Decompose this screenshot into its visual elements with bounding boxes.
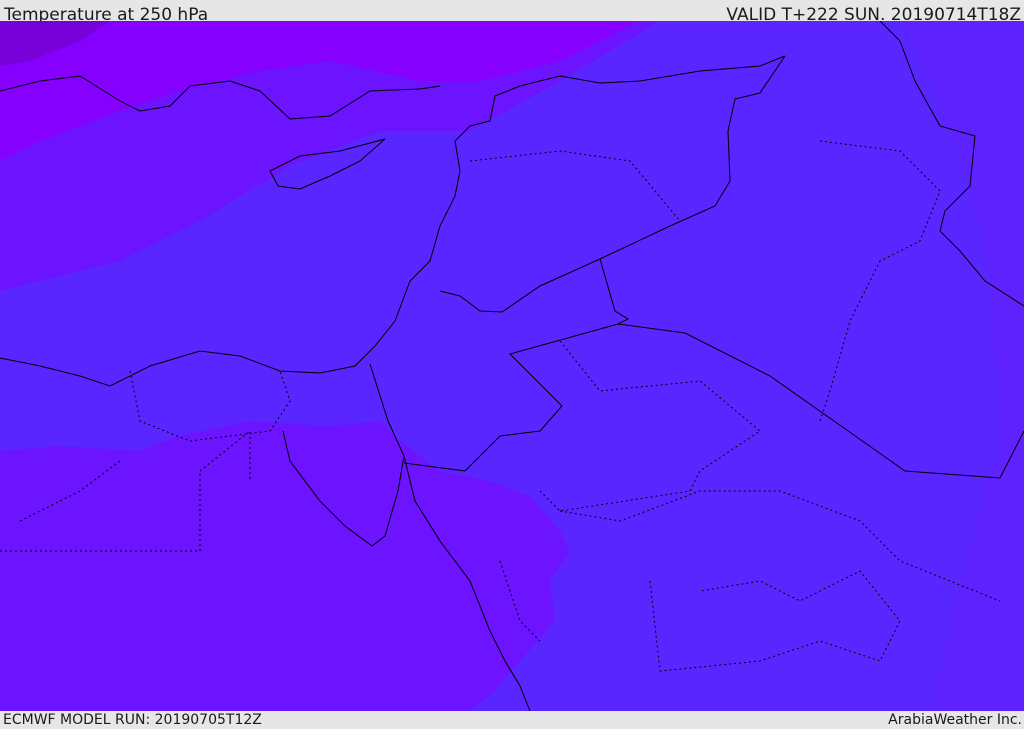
brand-label: ArabiaWeather Inc.: [888, 712, 1022, 728]
model-run-label: ECMWF MODEL RUN: 20190705T12Z: [3, 712, 262, 728]
temperature-map: [0, 21, 1024, 711]
